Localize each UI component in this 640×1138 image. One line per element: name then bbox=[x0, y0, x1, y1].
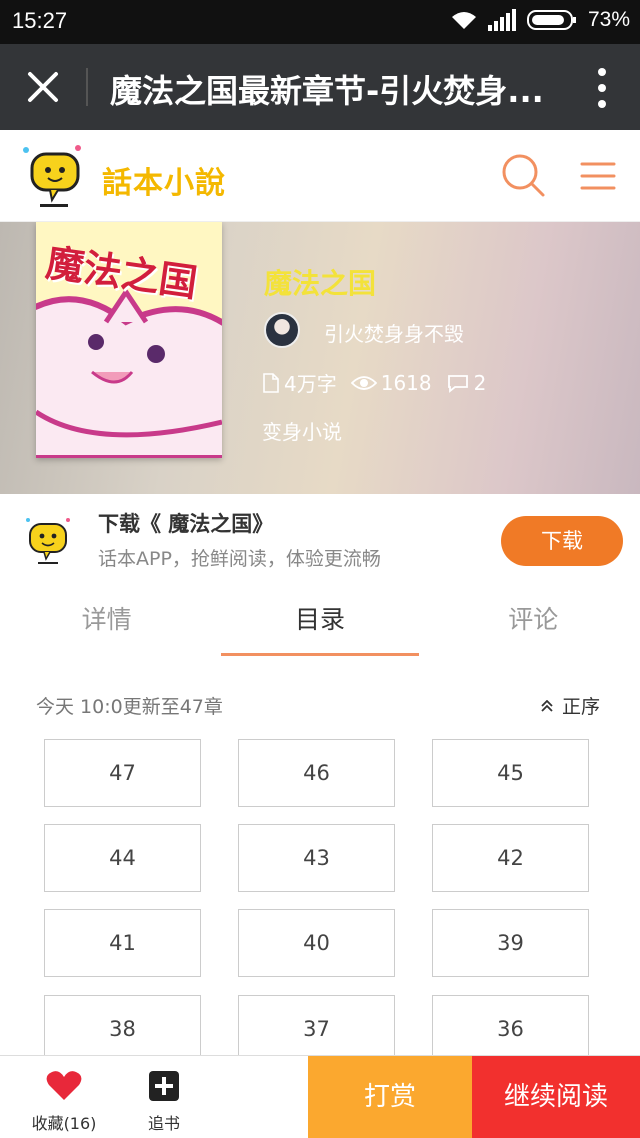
author-name[interactable]: 引火焚身身不毁 bbox=[324, 318, 464, 347]
download-subtitle: 话本APP，抢鲜阅读，体验更流畅 bbox=[98, 548, 381, 570]
bottom-action-bar: 收藏(16) 追书 打赏 继续阅读 bbox=[0, 1055, 640, 1138]
tab-catalog[interactable]: 目录 bbox=[213, 590, 426, 656]
chapter-item[interactable]: 36 bbox=[432, 995, 589, 1063]
webview-title-bar: 魔法之国最新章节-引火焚身... bbox=[0, 44, 640, 130]
chapter-item[interactable]: 45 bbox=[432, 739, 589, 807]
chapter-item[interactable]: 40 bbox=[238, 909, 395, 977]
follow-button[interactable]: 追书 bbox=[134, 1070, 194, 1134]
download-banner: 下载《 魔法之国》 话本APP，抢鲜阅读，体验更流畅 下载 bbox=[0, 494, 640, 590]
status-bar: 15:27 73% bbox=[0, 0, 640, 44]
comment-count: 2 bbox=[473, 370, 487, 395]
tip-button[interactable]: 打赏 bbox=[308, 1056, 472, 1138]
document-icon bbox=[263, 372, 279, 393]
heart-icon bbox=[46, 1071, 82, 1100]
chapter-item[interactable]: 46 bbox=[238, 739, 395, 807]
tab-details[interactable]: 详情 bbox=[0, 590, 213, 656]
download-button[interactable]: 下载 bbox=[501, 516, 623, 566]
logo-text: 話本小說 bbox=[102, 166, 226, 201]
favorite-label: 收藏(16) bbox=[31, 1114, 97, 1133]
word-count-stat: 4万字 bbox=[262, 368, 337, 397]
chapter-item[interactable]: 38 bbox=[44, 995, 201, 1063]
status-icons: 73% bbox=[450, 8, 630, 32]
mascot-logo-icon bbox=[23, 145, 81, 207]
view-count: 1618 bbox=[380, 370, 432, 395]
page-title: 魔法之国最新章节-引火焚身... bbox=[110, 72, 544, 110]
close-icon[interactable] bbox=[22, 66, 64, 108]
book-title: 魔法之国 bbox=[264, 267, 377, 300]
download-title: 下载《 魔法之国》 bbox=[98, 512, 274, 536]
battery-percent: 73% bbox=[587, 8, 630, 31]
view-count-stat: 1618 bbox=[350, 370, 432, 395]
author-avatar[interactable] bbox=[264, 312, 300, 348]
eye-icon bbox=[350, 375, 377, 390]
follow-label: 追书 bbox=[147, 1114, 180, 1133]
status-time: 15:27 bbox=[12, 8, 68, 33]
chapter-item[interactable]: 43 bbox=[238, 824, 395, 892]
plus-square-icon bbox=[149, 1071, 179, 1101]
site-logo[interactable]: 話本小說 bbox=[18, 140, 228, 214]
wifi-icon bbox=[451, 12, 476, 29]
book-stats: 4万字 1618 2 bbox=[262, 368, 486, 397]
menu-icon[interactable] bbox=[578, 156, 618, 196]
update-status: 今天 10:0更新至47章 bbox=[36, 696, 223, 718]
more-vertical-icon[interactable] bbox=[590, 66, 614, 110]
favorite-button[interactable]: 收藏(16) bbox=[28, 1070, 100, 1134]
chapter-item[interactable]: 39 bbox=[432, 909, 589, 977]
signal-icon bbox=[487, 9, 516, 31]
app-logo-icon bbox=[26, 518, 70, 564]
battery-icon bbox=[526, 10, 576, 30]
sort-order-label: 正序 bbox=[561, 696, 600, 718]
tab-bar: 详情 目录 评论 bbox=[0, 590, 640, 656]
chapter-item[interactable]: 42 bbox=[432, 824, 589, 892]
search-icon[interactable] bbox=[500, 152, 546, 198]
chevron-up-icon bbox=[541, 699, 553, 712]
chapter-item[interactable]: 44 bbox=[44, 824, 201, 892]
site-header: 話本小說 bbox=[0, 130, 640, 222]
comment-icon bbox=[447, 374, 468, 393]
title-divider bbox=[86, 68, 88, 106]
word-count: 4万字 bbox=[284, 372, 337, 396]
chapter-item[interactable]: 47 bbox=[44, 739, 201, 807]
book-hero: 魔法之国 魔法之国 引火焚身身不毁 4万字 1618 2 变身小说 bbox=[0, 222, 640, 494]
chapter-item[interactable]: 37 bbox=[238, 995, 395, 1063]
book-genre[interactable]: 变身小说 bbox=[262, 416, 342, 445]
tab-comments[interactable]: 评论 bbox=[427, 590, 640, 656]
book-cover[interactable]: 魔法之国 bbox=[36, 222, 222, 458]
sort-order-button[interactable]: 正序 bbox=[540, 692, 600, 719]
chapter-item[interactable]: 41 bbox=[44, 909, 201, 977]
continue-reading-button[interactable]: 继续阅读 bbox=[472, 1056, 640, 1138]
chapter-list-header: 今天 10:0更新至47章 正序 bbox=[36, 692, 606, 722]
comment-count-stat: 2 bbox=[446, 370, 487, 395]
